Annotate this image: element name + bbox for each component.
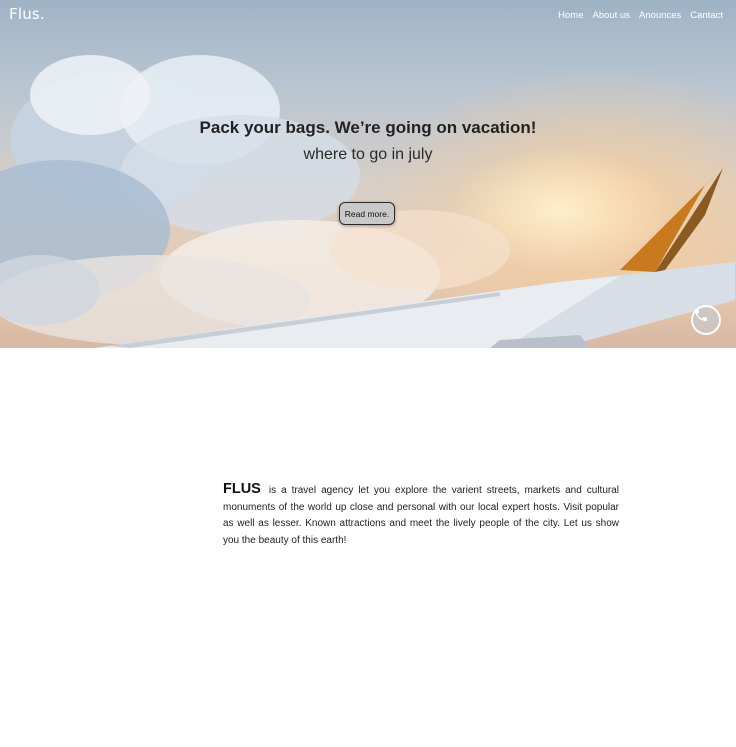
- about-text: is a travel agency let you explore the v…: [223, 485, 619, 546]
- hero-headline: Pack your bags. We’re going on vacation!: [199, 118, 537, 137]
- main-nav: Home About us Anounces Cantact: [558, 10, 723, 21]
- site-logo[interactable]: Flus.: [9, 5, 45, 23]
- whatsapp-button[interactable]: [691, 305, 721, 335]
- nav-anounces[interactable]: Anounces: [639, 10, 681, 21]
- whatsapp-icon: [695, 309, 707, 321]
- read-more-button[interactable]: Read more.: [339, 202, 395, 225]
- nav-about-us[interactable]: About us: [592, 10, 630, 21]
- about-paragraph: FLUS is a travel agency let you explore …: [223, 481, 619, 549]
- hero-subheadline: where to go in july: [303, 146, 433, 163]
- hero-banner: Flus. Home About us Anounces Cantact Pac…: [0, 0, 736, 348]
- nav-home[interactable]: Home: [558, 10, 583, 21]
- hero-background-image: [0, 55, 735, 348]
- brand-name: FLUS: [223, 481, 261, 497]
- nav-contact[interactable]: Cantact: [690, 10, 723, 21]
